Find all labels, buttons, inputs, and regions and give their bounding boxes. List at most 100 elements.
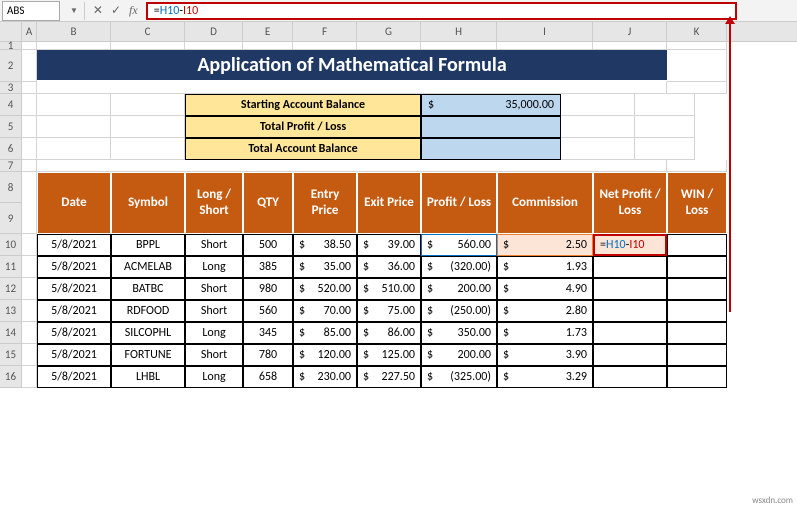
row-header[interactable]: 7 (0, 160, 22, 172)
name-box[interactable]: ABS (2, 1, 60, 21)
cell-winloss[interactable] (667, 322, 727, 344)
cell-symbol[interactable]: BATBC (111, 278, 185, 300)
summary-value-profit[interactable] (421, 116, 561, 138)
row-header[interactable]: 2 (0, 50, 22, 82)
cell-winloss[interactable] (667, 344, 727, 366)
cell-entry[interactable]: $85.00 (293, 322, 357, 344)
col-header[interactable]: G (357, 22, 421, 41)
cell-winloss[interactable] (667, 278, 727, 300)
cell-qty[interactable]: 345 (243, 322, 293, 344)
col-header[interactable]: H (421, 22, 497, 41)
row-header[interactable]: 6 (0, 138, 22, 160)
cell-longshort[interactable]: Short (185, 300, 243, 322)
cell-netpl[interactable] (593, 278, 667, 300)
col-header[interactable]: K (667, 22, 727, 41)
row-header[interactable]: 14 (0, 322, 22, 344)
cell-netpl[interactable] (593, 300, 667, 322)
cell-qty[interactable]: 385 (243, 256, 293, 278)
cell-symbol[interactable]: BPPL (111, 234, 185, 256)
cell-commission[interactable]: $4.90 (497, 278, 593, 300)
cell-symbol[interactable]: FORTUNE (111, 344, 185, 366)
row-header[interactable]: 15 (0, 344, 22, 366)
row-header[interactable]: 8 (0, 172, 22, 203)
cell-profitloss[interactable]: $350.00 (421, 322, 497, 344)
cell-symbol[interactable]: LHBL (111, 366, 185, 388)
cell-netpl[interactable] (593, 322, 667, 344)
cell-longshort[interactable]: Short (185, 234, 243, 256)
row-header[interactable]: 12 (0, 278, 22, 300)
cell-date[interactable]: 5/8/2021 (37, 322, 111, 344)
cell-longshort[interactable]: Long (185, 256, 243, 278)
active-cell[interactable]: =H10-I10 (593, 234, 667, 256)
cell-symbol[interactable]: RDFOOD (111, 300, 185, 322)
col-header[interactable]: E (243, 22, 293, 41)
cell-date[interactable]: 5/8/2021 (37, 234, 111, 256)
cell-commission[interactable]: $2.50 (497, 234, 593, 256)
cell-longshort[interactable]: Short (185, 278, 243, 300)
row-header[interactable]: 11 (0, 256, 22, 278)
fx-icon[interactable]: fx (129, 3, 138, 18)
col-header[interactable]: F (293, 22, 357, 41)
formula-input[interactable]: =H10-I10 (146, 2, 737, 20)
cell-winloss[interactable] (667, 256, 727, 278)
row-header[interactable]: 5 (0, 116, 22, 138)
cell-entry[interactable]: $35.00 (293, 256, 357, 278)
cell-date[interactable]: 5/8/2021 (37, 344, 111, 366)
cell-winloss[interactable] (667, 300, 727, 322)
cell-commission[interactable]: $1.93 (497, 256, 593, 278)
cell-qty[interactable]: 560 (243, 300, 293, 322)
cell-entry[interactable]: $38.50 (293, 234, 357, 256)
cell-exit[interactable]: $39.00 (357, 234, 421, 256)
col-header[interactable]: J (593, 22, 667, 41)
cell-netpl[interactable] (593, 366, 667, 388)
cell-symbol[interactable]: SILCOPHL (111, 322, 185, 344)
cell-exit[interactable]: $36.00 (357, 256, 421, 278)
row-header[interactable]: 1 (0, 42, 22, 50)
cell-netpl[interactable] (593, 256, 667, 278)
name-box-dropdown-icon[interactable]: ▼ (64, 2, 85, 20)
cell-exit[interactable]: $510.00 (357, 278, 421, 300)
cell-longshort[interactable]: Long (185, 366, 243, 388)
cell-profitloss[interactable]: $200.00 (421, 344, 497, 366)
cell-date[interactable]: 5/8/2021 (37, 366, 111, 388)
cell-winloss[interactable] (667, 234, 727, 256)
cell-entry[interactable]: $70.00 (293, 300, 357, 322)
row-header[interactable]: 9 (0, 203, 22, 234)
cell-date[interactable]: 5/8/2021 (37, 278, 111, 300)
cell-profitloss[interactable]: $560.00 (421, 234, 497, 256)
col-header[interactable]: A (22, 22, 37, 41)
cell-qty[interactable]: 980 (243, 278, 293, 300)
cell-exit[interactable]: $125.00 (357, 344, 421, 366)
cell-symbol[interactable]: ACMELAB (111, 256, 185, 278)
cell-longshort[interactable]: Long (185, 322, 243, 344)
cell-entry[interactable]: $230.00 (293, 366, 357, 388)
cell-profitloss[interactable]: $(320.00) (421, 256, 497, 278)
row-header[interactable]: 10 (0, 234, 22, 256)
cell-netpl[interactable] (593, 344, 667, 366)
col-header[interactable]: D (185, 22, 243, 41)
cell-exit[interactable]: $75.00 (357, 300, 421, 322)
cell-winloss[interactable] (667, 366, 727, 388)
cell-profitloss[interactable]: $200.00 (421, 278, 497, 300)
cell-longshort[interactable]: Short (185, 344, 243, 366)
cell-exit[interactable]: $86.00 (357, 322, 421, 344)
cell-commission[interactable]: $3.29 (497, 366, 593, 388)
cell-exit[interactable]: $227.50 (357, 366, 421, 388)
row-header[interactable]: 3 (0, 82, 22, 94)
cell-commission[interactable]: $1.73 (497, 322, 593, 344)
summary-value-balance[interactable] (421, 138, 561, 160)
enter-icon[interactable]: ✓ (111, 3, 121, 18)
cell-date[interactable]: 5/8/2021 (37, 300, 111, 322)
cell-entry[interactable]: $520.00 (293, 278, 357, 300)
row-header[interactable]: 4 (0, 94, 22, 116)
cell-qty[interactable]: 780 (243, 344, 293, 366)
row-header[interactable]: 16 (0, 366, 22, 388)
cell-qty[interactable]: 500 (243, 234, 293, 256)
cell-entry[interactable]: $120.00 (293, 344, 357, 366)
col-header[interactable]: C (111, 22, 185, 41)
summary-value-starting[interactable]: $ 35,000.00 (421, 94, 561, 116)
cell-profitloss[interactable]: $(250.00) (421, 300, 497, 322)
cell-qty[interactable]: 658 (243, 366, 293, 388)
cell-commission[interactable]: $2.80 (497, 300, 593, 322)
col-header[interactable]: B (37, 22, 111, 41)
